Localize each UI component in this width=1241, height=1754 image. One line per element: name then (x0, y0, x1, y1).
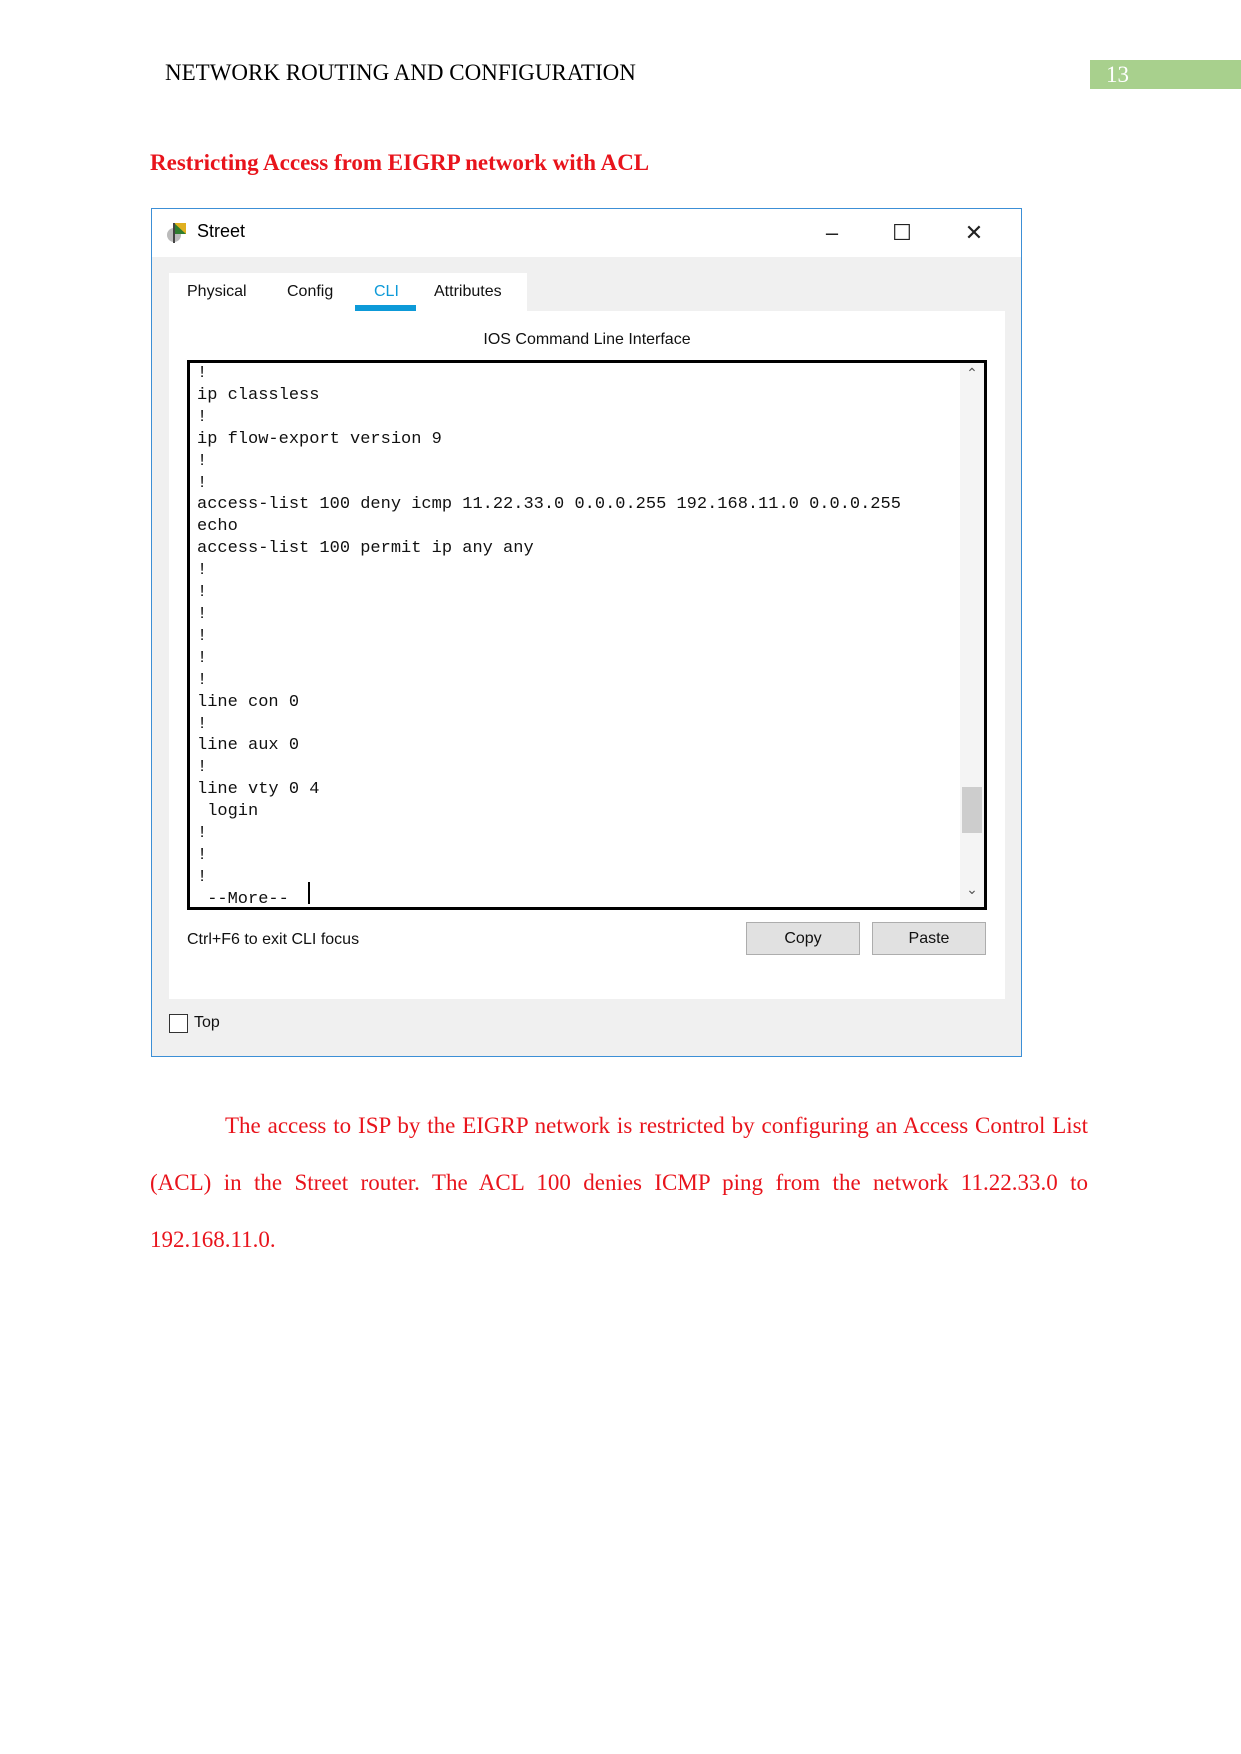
cli-focus-hint: Ctrl+F6 to exit CLI focus (187, 931, 360, 948)
terminal-line: login (197, 802, 259, 822)
terminal-line: ! (197, 867, 208, 887)
terminal-output: ! ip classless! ip flow-export version 9!!… (197, 363, 901, 909)
tab-physical[interactable]: Physical (187, 283, 247, 301)
copy-button[interactable]: Copy (746, 922, 860, 955)
terminal-line: ! (197, 714, 208, 734)
text-cursor (308, 882, 310, 904)
terminal-line: ! (197, 407, 208, 427)
terminal-line: ! (197, 824, 208, 844)
cli-panel: IOS Command Line Interface ! ip classless… (169, 311, 1005, 999)
terminal-line: line con 0 (197, 692, 300, 712)
cli-title: IOS Command Line Interface (483, 331, 691, 348)
tab-cli[interactable]: CLI (374, 283, 399, 301)
terminal-line: ! (197, 845, 208, 865)
scroll-down-icon[interactable]: ⌄ (960, 881, 984, 898)
close-button[interactable]: ✕ (944, 215, 1004, 251)
top-checkbox[interactable] (169, 1014, 188, 1033)
cli-terminal[interactable]: ! ip classless! ip flow-export version 9!!… (187, 360, 987, 910)
section-heading: Restricting Access from EIGRP network wi… (150, 150, 650, 175)
terminal-line: ! (197, 604, 208, 624)
terminal-line: line aux 0 (197, 736, 300, 756)
terminal-line: ! (197, 758, 208, 778)
terminal-line: ip flow-export version 9 (197, 429, 442, 449)
scrollbar-thumb[interactable] (962, 787, 982, 833)
terminal-line: ! (197, 648, 208, 668)
vertical-scrollbar[interactable]: ⌃ ⌄ (960, 363, 984, 907)
maximize-button[interactable]: ☐ (872, 215, 932, 251)
body-paragraph: The access to ISP by the EIGRP network i… (150, 1113, 1088, 1252)
terminal-line: ! (197, 670, 208, 690)
tab-bar: Physical Config CLI Attributes (169, 273, 527, 311)
window-title: Street (197, 221, 246, 241)
terminal-line: echo (197, 517, 238, 537)
router-app-icon (167, 223, 186, 243)
tab-config[interactable]: Config (287, 283, 333, 301)
terminal-line: --More-- (197, 889, 300, 909)
terminal-line: access-list 100 permit ip any any (197, 539, 534, 559)
terminal-line: ip classless (197, 385, 320, 405)
running-header: NETWORK ROUTING AND CONFIGURATION (165, 60, 636, 85)
terminal-line: ! (197, 583, 208, 603)
router-window: Street – ☐ ✕ Physical Config CLI Attribu… (151, 208, 1022, 1057)
terminal-line: ! (197, 561, 208, 581)
terminal-line: ! (197, 364, 208, 383)
minimize-icon: – (825, 220, 839, 245)
terminal-line: ! (197, 626, 208, 646)
terminal-line: ! (197, 451, 208, 471)
terminal-line: ! (197, 473, 208, 493)
minimize-button[interactable]: – (802, 215, 862, 251)
tab-attributes[interactable]: Attributes (434, 283, 502, 301)
maximize-icon: ☐ (892, 220, 912, 245)
page-number: 13 (1090, 60, 1241, 89)
paste-button[interactable]: Paste (872, 922, 986, 955)
terminal-line: access-list 100 deny icmp 11.22.33.0 0.0… (197, 495, 901, 515)
scroll-up-icon[interactable]: ⌃ (960, 365, 984, 382)
top-checkbox-label[interactable]: Top (194, 1014, 220, 1032)
title-bar[interactable]: Street – ☐ ✕ (152, 209, 1021, 257)
close-icon: ✕ (964, 220, 984, 245)
terminal-line: line vty 0 4 (197, 780, 320, 800)
